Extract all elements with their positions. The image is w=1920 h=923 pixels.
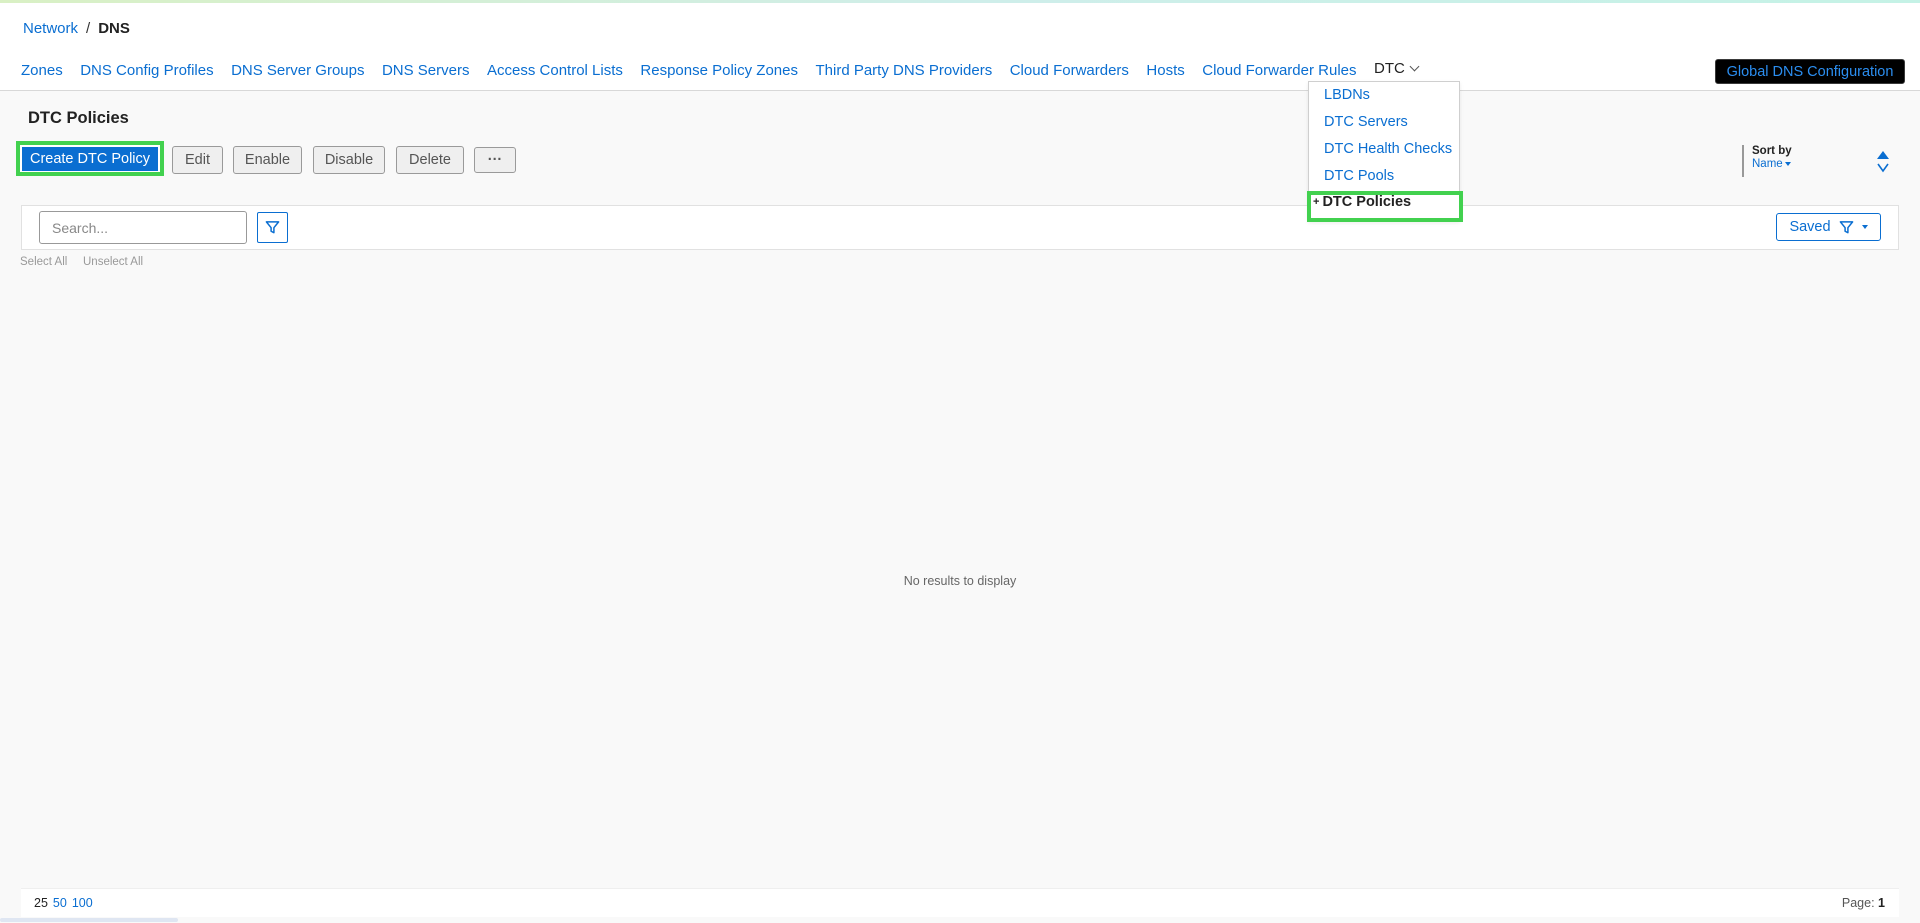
dtc-menu-item-dtc-pools[interactable]: DTC Pools (1324, 168, 1394, 184)
search-input[interactable] (39, 211, 247, 244)
nav-tab-third-party-dns-providers[interactable]: Third Party DNS Providers (815, 62, 992, 79)
breadcrumb-separator: / (86, 20, 91, 37)
sort-field-dropdown[interactable]: Name (1752, 158, 1892, 170)
nav-tab-zones[interactable]: Zones (21, 62, 63, 79)
breadcrumb-network-link[interactable]: Network (23, 20, 78, 37)
enable-button[interactable]: Enable (233, 146, 302, 174)
empty-results-message: No results to display (903, 574, 1017, 588)
select-all-link[interactable]: Select All (20, 256, 67, 268)
dtc-menu-item-dtc-servers[interactable]: DTC Servers (1324, 114, 1408, 130)
nav-tab-dns-server-groups[interactable]: DNS Server Groups (231, 62, 364, 79)
dtc-menu-item-dtc-policies-label: DTC Policies (1322, 194, 1412, 210)
filter-bar (21, 205, 1899, 250)
unselect-all-link[interactable]: Unselect All (83, 256, 143, 268)
more-actions-button[interactable]: ··· (474, 147, 516, 173)
page-title: DTC Policies (28, 109, 129, 127)
nav-tab-access-control-lists[interactable]: Access Control Lists (487, 62, 623, 79)
nav-tab-cloud-forwarders[interactable]: Cloud Forwarders (1010, 62, 1129, 79)
caret-down-icon (1861, 225, 1868, 229)
nav-tab-dtc[interactable]: DTC (1374, 60, 1420, 77)
nav-tab-response-policy-zones[interactable]: Response Policy Zones (640, 62, 798, 79)
sort-direction-icon[interactable] (1877, 151, 1889, 173)
saved-filters-button[interactable]: Saved (1776, 213, 1881, 241)
nav-tab-cloud-forwarder-rules[interactable]: Cloud Forwarder Rules (1202, 62, 1356, 79)
dns-nav: Zones DNS Config Profiles DNS Server Gro… (21, 60, 1435, 79)
sort-control: Sort by Name (1742, 145, 1892, 177)
page-size-selector: 25 50 100 (34, 896, 93, 910)
funnel-icon (265, 221, 280, 234)
delete-button[interactable]: Delete (396, 146, 464, 174)
filter-button[interactable] (257, 212, 288, 243)
page-indicator: Page: 1 (1842, 896, 1885, 910)
breadcrumb-current: DNS (98, 20, 130, 37)
page-label: Page: (1841, 896, 1875, 910)
page-number: 1 (1878, 896, 1885, 910)
dtc-menu-item-dtc-policies[interactable]: + DTC Policies (1313, 194, 1411, 210)
nav-tab-dns-servers[interactable]: DNS Servers (382, 62, 470, 79)
sort-field-value: Name (1752, 158, 1783, 170)
disable-button[interactable]: Disable (313, 146, 385, 174)
plus-icon: + (1313, 196, 1320, 208)
breadcrumb: Network / DNS (23, 20, 130, 37)
page-size-100[interactable]: 100 (72, 896, 93, 910)
edit-button[interactable]: Edit (172, 146, 223, 174)
page-size-25[interactable]: 25 (34, 896, 48, 910)
nav-tab-dtc-label: DTC (1374, 60, 1405, 77)
horizontal-scrollbar[interactable] (0, 918, 178, 922)
caret-down-icon (1784, 162, 1791, 166)
saved-filters-label: Saved (1789, 219, 1831, 235)
global-dns-configuration-button[interactable]: Global DNS Configuration (1715, 59, 1905, 84)
header: Network / DNS Zones DNS Config Profiles … (0, 3, 1920, 91)
chevron-down-icon (1409, 61, 1420, 72)
dtc-menu-item-lbdns[interactable]: LBDNs (1324, 87, 1370, 103)
funnel-icon (1839, 220, 1853, 233)
pagination-footer (21, 888, 1899, 917)
sort-label: Sort by (1752, 145, 1792, 157)
dtc-menu-item-dtc-health-checks[interactable]: DTC Health Checks (1324, 141, 1452, 157)
page-size-50[interactable]: 50 (53, 896, 67, 910)
nav-tab-dns-config-profiles[interactable]: DNS Config Profiles (80, 62, 213, 79)
create-dtc-policy-button[interactable]: Create DTC Policy (22, 147, 158, 171)
nav-tab-hosts[interactable]: Hosts (1146, 62, 1184, 79)
